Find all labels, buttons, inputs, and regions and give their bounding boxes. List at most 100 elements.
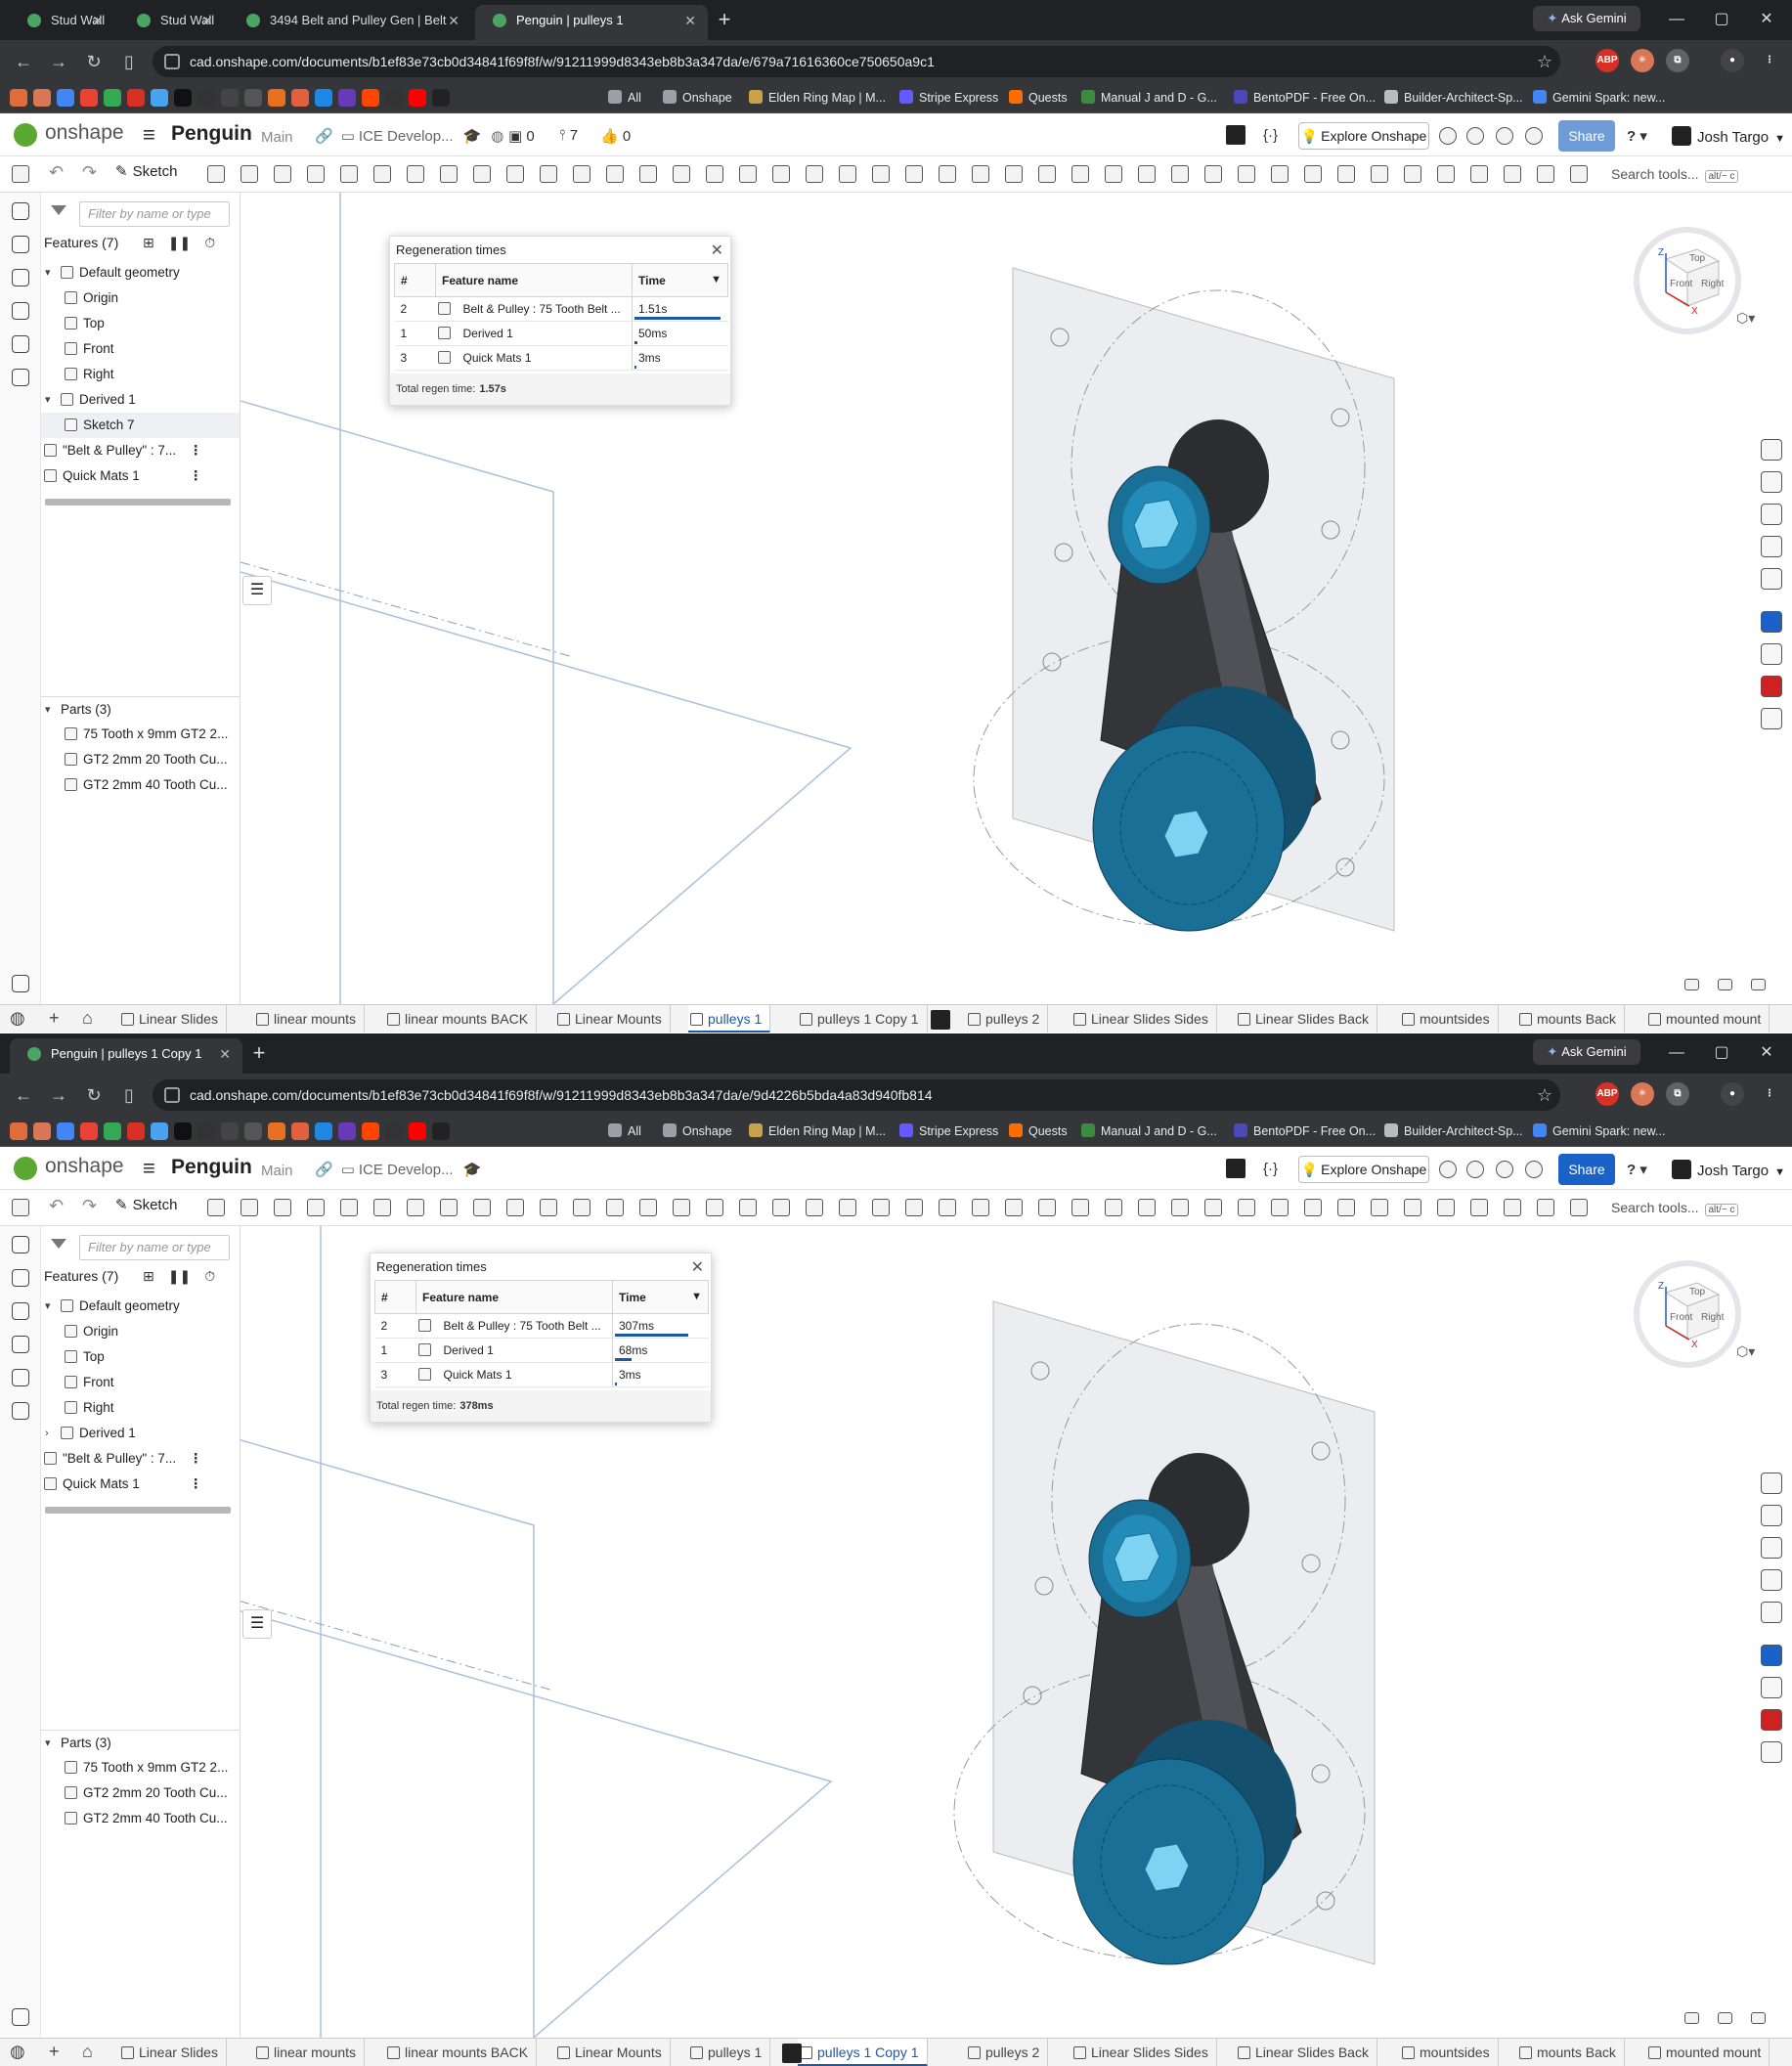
insertables-icon[interactable] (1761, 1677, 1782, 1698)
mate-values-icon[interactable] (1761, 504, 1782, 525)
kebab-menu-icon[interactable]: ⋮ (190, 1472, 203, 1497)
sort-descending-icon[interactable]: ▼ (711, 274, 721, 286)
bookmark-shortcut-icon[interactable] (315, 89, 332, 107)
trim-tool-icon[interactable] (1005, 1199, 1023, 1216)
hamburger-menu-icon[interactable]: ≡ (143, 122, 155, 148)
part-item[interactable]: GT2 2mm 20 Tooth Cu... (41, 1780, 240, 1806)
draft-tool-icon[interactable] (473, 165, 491, 183)
camera-icon[interactable] (1761, 1741, 1782, 1763)
extensions-icon[interactable]: ⧉ (1666, 1082, 1689, 1106)
toolbox-icon[interactable] (1761, 676, 1782, 697)
variable-tool-icon[interactable] (1204, 1199, 1222, 1216)
chamfer-tool-icon[interactable] (440, 165, 458, 183)
bom-icon[interactable] (1761, 471, 1782, 493)
toolbox-icon[interactable] (1761, 1709, 1782, 1731)
comments-icon[interactable] (12, 1269, 29, 1287)
document-title[interactable]: Penguin (171, 1156, 252, 1179)
help-icon[interactable]: ? ▾ (1627, 127, 1647, 145)
trim-tool-icon[interactable] (1005, 165, 1023, 183)
maximize-button[interactable]: ▢ (1699, 0, 1744, 39)
comments-icon[interactable] (12, 236, 29, 253)
claude-icon[interactable]: ✳ (1631, 1082, 1654, 1106)
feature-tree-item[interactable]: ▾ Derived 1 (41, 387, 240, 413)
feature-tree-item[interactable]: ▾ Default geometry (41, 260, 240, 286)
element-tab[interactable]: mounted mount (1646, 2039, 1770, 2066)
move-face-tool-icon[interactable] (1437, 165, 1455, 183)
hole-tool-icon[interactable] (540, 165, 557, 183)
fill-tool-icon[interactable] (1105, 165, 1122, 183)
measure-tool-icon[interactable] (1171, 165, 1189, 183)
feature-tree-item[interactable]: ▾ Default geometry (41, 1294, 240, 1319)
bookmark-shortcut-icon[interactable] (409, 89, 426, 107)
regen-row[interactable]: 1 Derived 1 50ms (394, 321, 728, 346)
claude-icon[interactable]: ✳ (1631, 49, 1654, 72)
col-header-time[interactable]: Time ▼ (612, 1280, 709, 1314)
element-tab[interactable]: Linear Slides Back (1236, 1005, 1377, 1033)
forward-button[interactable]: → (47, 1083, 70, 1107)
display-options-icon[interactable]: ◍ (10, 2042, 25, 2062)
filter-input[interactable]: Filter by name or type (79, 201, 230, 227)
transform-tool-icon[interactable] (639, 165, 657, 183)
history-icon[interactable] (12, 302, 29, 320)
regen-row[interactable]: 1 Derived 1 68ms (374, 1338, 709, 1363)
rib-tool-icon[interactable] (1371, 165, 1388, 183)
regen-timer-icon[interactable]: ⏱ (204, 235, 215, 250)
bend-tool-icon[interactable] (939, 165, 956, 183)
feature-tree-item[interactable]: Quick Mats 1 ⋮ (41, 1472, 240, 1497)
feature-tree-item[interactable]: Sketch 7 (41, 413, 240, 438)
bookmark-shortcut-icon[interactable] (57, 89, 74, 107)
bookmark-shortcut-icon[interactable] (385, 1122, 403, 1140)
bookmark-item[interactable]: Quests (1009, 82, 1068, 113)
feature-tree-item[interactable]: Quick Mats 1 ⋮ (41, 463, 240, 489)
bookmark-shortcut-icon[interactable] (221, 89, 239, 107)
fill-tool-icon[interactable] (1105, 1199, 1122, 1216)
site-info-icon[interactable] (164, 1087, 180, 1103)
insert-icon[interactable] (12, 1236, 29, 1253)
branch-label[interactable]: Main (261, 129, 293, 146)
render-studio-icon[interactable] (1761, 611, 1782, 633)
close-icon[interactable]: ✕ (684, 5, 696, 36)
rib-tool-icon[interactable] (1371, 1199, 1388, 1216)
helix-tool-icon[interactable] (772, 165, 790, 183)
bookmark-item[interactable]: Gemini Spark: new... (1533, 1116, 1665, 1147)
chevron-down-icon[interactable]: ▾ (45, 260, 51, 286)
derived-tool-icon[interactable] (1238, 1199, 1255, 1216)
element-tab[interactable]: Linear Slides Sides (1071, 2039, 1217, 2066)
branches-count[interactable]: ⫯ 7 (559, 127, 578, 144)
insertables-icon[interactable] (1761, 643, 1782, 665)
bookmark-shortcut-icon[interactable] (268, 1122, 285, 1140)
split-view-button[interactable]: ▯ (117, 50, 141, 73)
document-title[interactable]: Penguin (171, 122, 252, 146)
sweep-tool-icon[interactable] (274, 1199, 291, 1216)
link-icon[interactable]: 🔗 (315, 1162, 333, 1178)
share-button[interactable]: Share (1558, 120, 1615, 152)
bookmark-shortcut-icon[interactable] (127, 1122, 145, 1140)
feature-tree-item[interactable]: Right (41, 362, 240, 387)
replace-face-tool-icon[interactable] (1404, 165, 1421, 183)
profile-avatar[interactable]: ● (1721, 1082, 1744, 1106)
maximize-button[interactable]: ▢ (1699, 1033, 1744, 1073)
variables-icon[interactable] (1761, 536, 1782, 557)
delete-part-tool-icon[interactable] (1470, 1199, 1488, 1216)
parts-header[interactable]: ▾ Parts (3) (41, 1730, 240, 1755)
ask-gemini-button[interactable]: ✦ Ask Gemini (1533, 1039, 1640, 1065)
delete-part-tool-icon[interactable] (1470, 165, 1488, 183)
frame-tool-icon[interactable] (972, 1199, 989, 1216)
display-options-icon[interactable]: ◍ (10, 1008, 25, 1029)
bookmark-shortcut-icon[interactable] (432, 1122, 450, 1140)
sweep-tool-icon[interactable] (274, 165, 291, 183)
feature-list-icon[interactable] (12, 165, 29, 183)
pause-icon[interactable]: ❚❚ (168, 235, 191, 250)
bookmark-shortcut-icon[interactable] (268, 89, 285, 107)
add-element-button[interactable]: + (49, 1008, 60, 1029)
pattern-tool-icon[interactable] (673, 165, 690, 183)
col-header-number[interactable]: # (374, 1280, 416, 1314)
bookmark-item[interactable]: All (608, 82, 641, 113)
feature-tree-item[interactable]: Front (41, 336, 240, 362)
close-icon[interactable]: ✕ (92, 5, 104, 36)
minimize-button[interactable]: — (1654, 0, 1699, 39)
instances-icon[interactable] (12, 1302, 29, 1320)
bookmark-shortcut-icon[interactable] (80, 1122, 98, 1140)
browser-tab[interactable]: Stud Wall ✕ (119, 5, 225, 40)
url-bar[interactable]: cad.onshape.com/documents/b1ef83e73cb0d3… (153, 46, 1560, 77)
